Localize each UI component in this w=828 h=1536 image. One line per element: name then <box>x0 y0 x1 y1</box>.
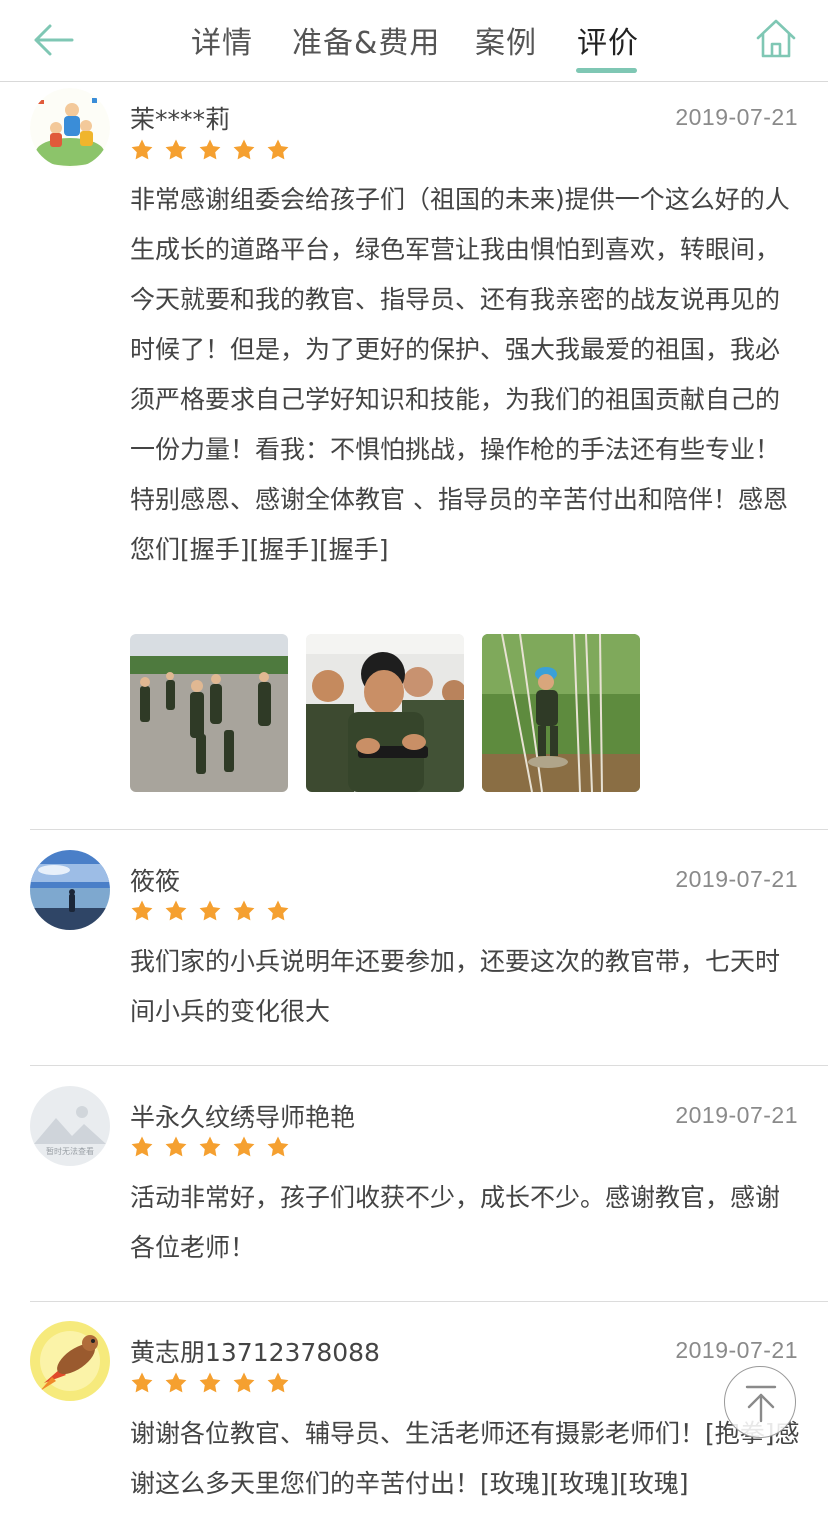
tab-cases[interactable]: 案例 <box>475 18 537 62</box>
review-date: 2019-07-21 <box>675 1337 798 1363</box>
star-icon <box>165 900 187 921</box>
rocket-dog-avatar-image <box>30 1321 110 1401</box>
review-divider <box>30 829 828 830</box>
back-to-top-button[interactable] <box>724 1366 796 1438</box>
star-icon <box>199 1372 221 1393</box>
avatar[interactable] <box>30 850 110 930</box>
placeholder-mountain-avatar-image: 暂时无法查看 <box>30 1086 110 1166</box>
star-rating <box>130 1371 290 1397</box>
cartoon-family-avatar-image <box>30 88 110 168</box>
review-text: 非常感谢组委会给孩子们（祖国的未来)提供一个这么好的人生成长的道路平台，绿色军营… <box>130 185 790 564</box>
star-icon <box>199 1136 221 1157</box>
review-text: 活动非常好，孩子们收获不少，成长不少。感谢教官，感谢各位老师！ <box>130 1183 781 1262</box>
reviewer-name: 半永久纹绣导师艳艳 <box>130 1103 356 1132</box>
active-tab-indicator <box>576 68 637 73</box>
star-icon <box>131 139 153 160</box>
avatar[interactable]: 暂时无法查看 <box>30 1086 110 1166</box>
star-icon <box>267 1372 289 1393</box>
star-icon <box>165 1372 187 1393</box>
star-icon <box>233 1372 255 1393</box>
star-rating <box>130 1135 290 1161</box>
tab-reviews[interactable]: 评价 <box>577 18 639 62</box>
review-divider <box>30 1065 828 1066</box>
arrow-left-icon[interactable] <box>30 20 76 60</box>
beach-avatar-image <box>30 850 110 930</box>
star-icon <box>165 1136 187 1157</box>
review-photo-training-field[interactable] <box>130 634 288 792</box>
avatar[interactable] <box>30 1321 110 1401</box>
star-icon <box>199 139 221 160</box>
star-icon <box>165 139 187 160</box>
star-icon <box>233 139 255 160</box>
star-icon <box>267 1136 289 1157</box>
star-rating <box>130 899 290 925</box>
reviewer-name: 茉****莉 <box>130 105 231 134</box>
review-divider <box>30 1301 828 1302</box>
review-photo-rope-course[interactable] <box>482 634 640 792</box>
star-icon <box>267 139 289 160</box>
review-date: 2019-07-21 <box>675 1102 798 1128</box>
star-icon <box>199 900 221 921</box>
star-icon <box>131 1372 153 1393</box>
top-navigation-bar: 详情 准备&费用 案例 评价 <box>0 0 828 82</box>
star-icon <box>131 1136 153 1157</box>
star-icon <box>267 900 289 921</box>
avatar[interactable] <box>30 88 110 168</box>
review-date: 2019-07-21 <box>675 104 798 130</box>
star-icon <box>131 900 153 921</box>
star-icon <box>233 1136 255 1157</box>
tab-details[interactable]: 详情 <box>191 18 253 62</box>
avatar-caption: 暂时无法查看 <box>46 1146 94 1156</box>
review-date: 2019-07-21 <box>675 866 798 892</box>
review-text: 我们家的小兵说明年还要参加，还要这次的教官带，七天时间小兵的变化很大 <box>130 947 781 1026</box>
star-rating <box>130 138 290 164</box>
star-icon <box>233 900 255 921</box>
review-text: 谢谢各位教官、辅导员、生活老师还有摄影老师们！[抱拳]感谢这么多天里您们的辛苦付… <box>130 1419 800 1498</box>
tab-preparation-fees[interactable]: 准备&费用 <box>292 18 440 62</box>
reviewer-name: 筱筱 <box>130 867 181 896</box>
home-icon[interactable] <box>752 14 800 62</box>
arrow-up-to-top-icon <box>745 1385 777 1423</box>
review-photo-boys-rifle[interactable] <box>306 634 464 792</box>
reviewer-name: 黄志朋13712378088 <box>130 1338 380 1367</box>
